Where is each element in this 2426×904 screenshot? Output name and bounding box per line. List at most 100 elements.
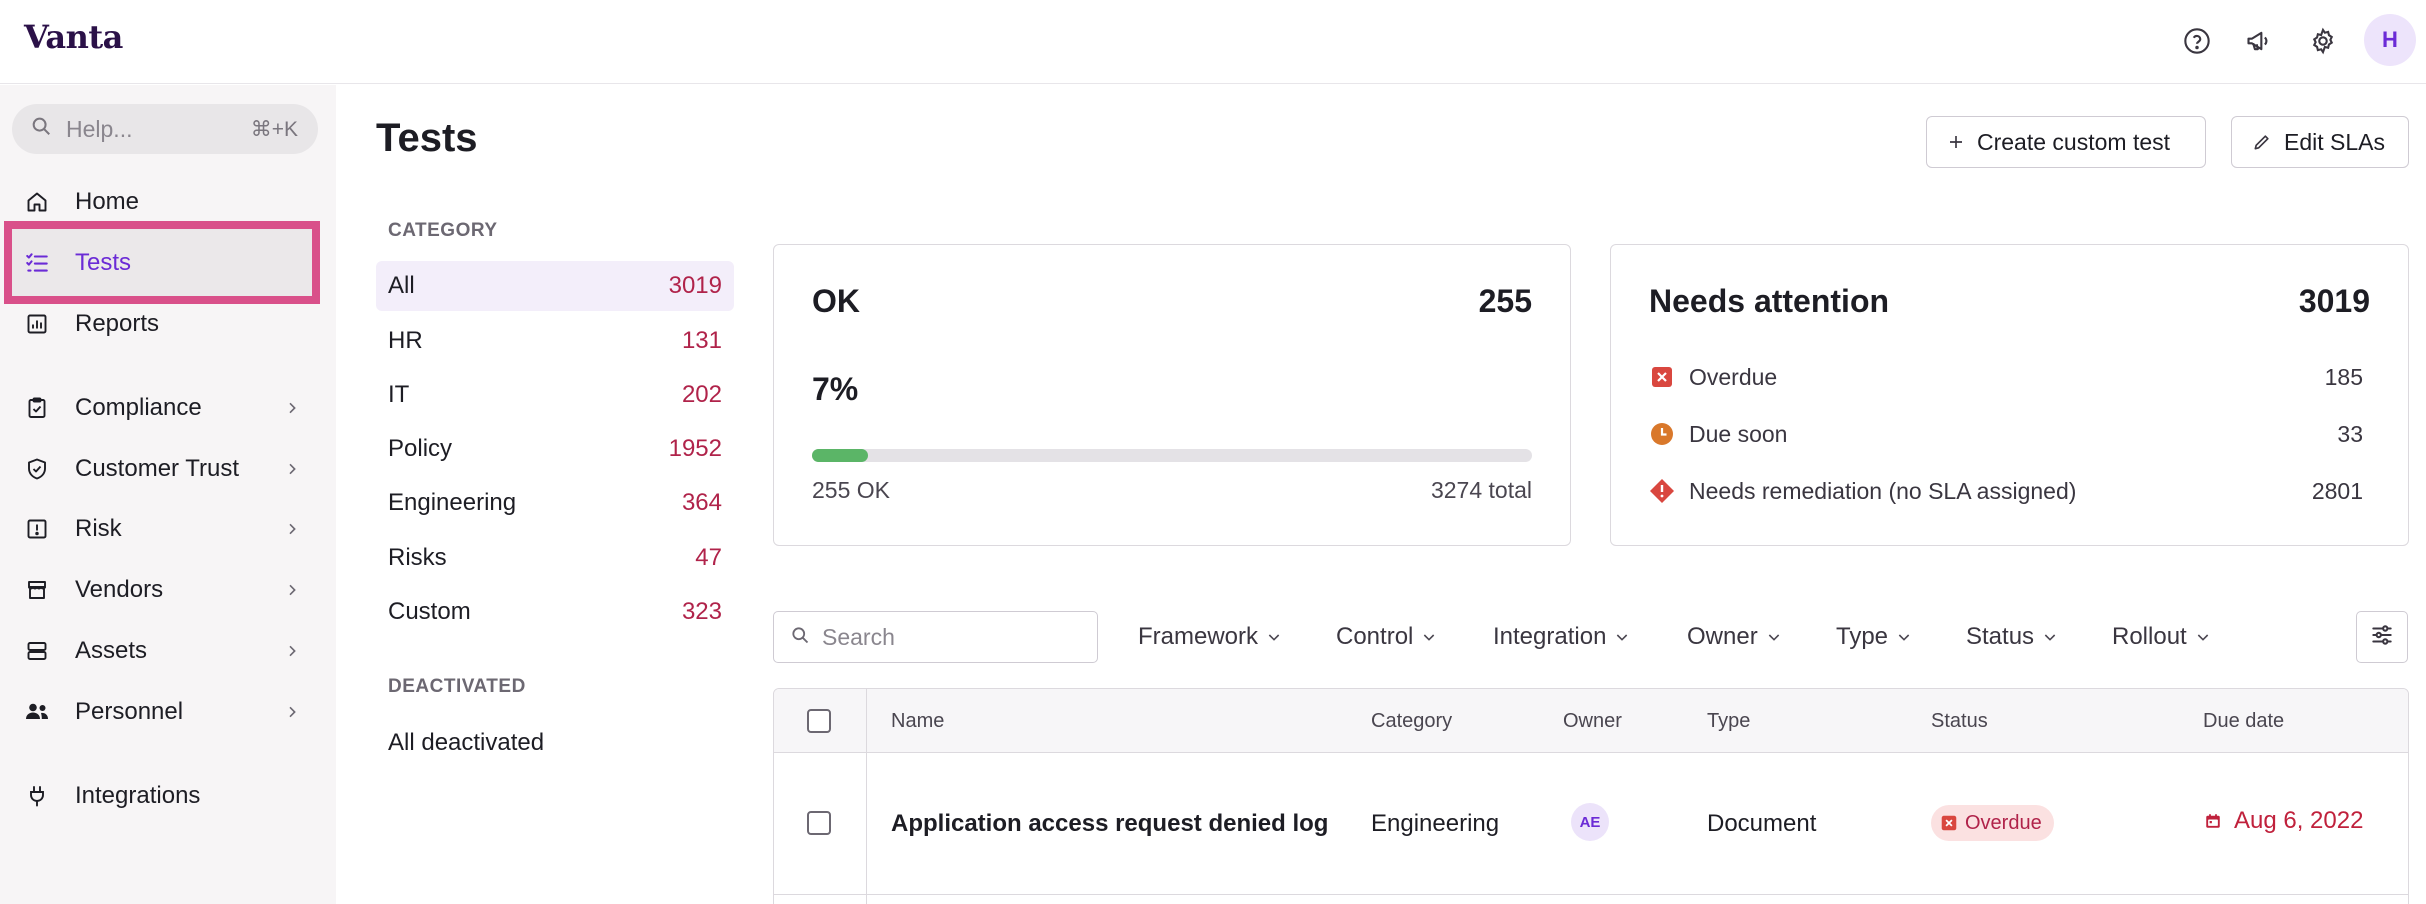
megaphone-icon[interactable] <box>2238 20 2280 62</box>
category-heading: CATEGORY <box>388 220 498 241</box>
attention-row-needs-remediation[interactable]: Needs remediation (no SLA assigned) 2801 <box>1649 471 2363 511</box>
row-divider <box>774 894 2408 895</box>
sidebar-item-compliance[interactable]: Compliance <box>12 383 318 433</box>
category-count: 1952 <box>668 435 722 462</box>
test-category: Engineering <box>1371 810 1500 837</box>
ok-card: OK 255 7% 255 OK 3274 total <box>773 244 1571 546</box>
category-item-all-deactivated[interactable]: All deactivated <box>376 718 734 768</box>
column-settings-button[interactable] <box>2356 611 2408 663</box>
sidebar-item-label: Vendors <box>75 576 164 603</box>
chevron-down-icon <box>1421 629 1437 645</box>
vanta-logo[interactable]: Vanta <box>24 18 123 56</box>
filter-label: Type <box>1836 623 1889 650</box>
sidebar-item-reports[interactable]: Reports <box>12 299 318 349</box>
due-date-value: Aug 6, 2022 <box>2234 807 2364 834</box>
filter-integration[interactable]: Integration <box>1493 618 1630 656</box>
category-item-custom[interactable]: Custom 323 <box>376 587 734 637</box>
filter-control[interactable]: Control <box>1336 618 1437 656</box>
gear-icon[interactable] <box>2302 20 2344 62</box>
help-search-placeholder: Help... <box>66 115 133 142</box>
sidebar-item-vendors[interactable]: Vendors <box>12 565 318 615</box>
sidebar-item-tests[interactable]: Tests <box>12 238 318 288</box>
filter-owner[interactable]: Owner <box>1687 618 1782 656</box>
filter-label: Rollout <box>2112 623 2187 650</box>
create-custom-test-button[interactable]: Create custom test <box>1926 116 2206 168</box>
chevron-right-icon <box>284 461 300 477</box>
category-label: Engineering <box>388 489 517 516</box>
chevron-right-icon <box>284 400 300 416</box>
ok-card-title: OK <box>812 283 860 319</box>
header-type[interactable]: Type <box>1707 710 1750 733</box>
filter-status[interactable]: Status <box>1966 618 2058 656</box>
edit-slas-label: Edit SLAs <box>2284 128 2385 155</box>
total-count-label: 3274 total <box>1430 477 1532 503</box>
chevron-down-icon <box>1766 629 1782 645</box>
help-circle-icon[interactable] <box>2176 20 2218 62</box>
sidebar-item-label: Customer Trust <box>75 455 240 482</box>
sidebar-item-label: Risk <box>75 515 122 542</box>
attention-value: 33 <box>2337 420 2363 447</box>
plug-icon <box>22 781 52 811</box>
checklist-icon <box>22 248 52 278</box>
filter-framework[interactable]: Framework <box>1138 618 1282 656</box>
page-title: Tests <box>376 116 478 160</box>
home-icon <box>22 187 52 217</box>
status-label: Overdue <box>1965 811 2042 834</box>
chevron-right-icon <box>284 643 300 659</box>
test-name-link[interactable]: Application access request denied log <box>891 810 1328 838</box>
user-avatar[interactable]: H <box>2364 14 2416 66</box>
warning-diamond-icon <box>1649 478 1675 504</box>
chevron-down-icon <box>1896 629 1912 645</box>
row-checkbox[interactable] <box>807 811 831 835</box>
sidebar-item-label: Compliance <box>75 394 202 421</box>
category-label: IT <box>388 381 410 408</box>
calendar-icon <box>2204 812 2222 830</box>
people-icon <box>22 697 52 727</box>
sidebar-item-personnel[interactable]: Personnel <box>12 687 318 737</box>
ok-count-label: 255 OK <box>812 477 890 503</box>
header-status[interactable]: Status <box>1931 710 1988 733</box>
search-input[interactable] <box>822 623 1082 651</box>
attention-row-due-soon[interactable]: Due soon 33 <box>1649 414 2363 454</box>
attention-row-overdue[interactable]: Overdue 185 <box>1649 357 2363 397</box>
sidebar-item-home[interactable]: Home <box>12 177 318 227</box>
category-label: All <box>388 272 415 299</box>
alert-square-icon <box>22 514 52 544</box>
filter-type[interactable]: Type <box>1836 618 1912 656</box>
storefront-icon <box>22 575 52 605</box>
clock-icon <box>1649 421 1675 447</box>
category-item-it[interactable]: IT 202 <box>376 370 734 420</box>
header-owner[interactable]: Owner <box>1563 710 1622 733</box>
category-item-risks[interactable]: Risks 47 <box>376 533 734 583</box>
clipboard-check-icon <box>22 393 52 423</box>
category-item-hr[interactable]: HR 131 <box>376 316 734 366</box>
sidebar-item-customer-trust[interactable]: Customer Trust <box>12 444 318 494</box>
server-icon <box>22 636 52 666</box>
sidebar-item-risk[interactable]: Risk <box>12 504 318 554</box>
header-due-date[interactable]: Due date <box>2203 710 2284 733</box>
sidebar-item-label: Integrations <box>75 782 201 809</box>
header-category[interactable]: Category <box>1371 710 1452 733</box>
tests-search[interactable] <box>773 611 1098 663</box>
chevron-down-icon <box>2042 629 2058 645</box>
header-name[interactable]: Name <box>891 710 944 733</box>
help-search[interactable]: Help... ⌘+K <box>12 104 318 154</box>
category-item-all[interactable]: All 3019 <box>376 261 734 311</box>
sidebar-item-integrations[interactable]: Integrations <box>12 771 318 821</box>
edit-slas-button[interactable]: Edit SLAs <box>2231 116 2409 168</box>
owner-avatar[interactable]: AE <box>1571 803 1609 841</box>
category-label: All deactivated <box>388 729 545 756</box>
filter-label: Control <box>1336 623 1414 650</box>
category-count: 202 <box>681 381 722 408</box>
chevron-right-icon <box>284 704 300 720</box>
select-all-checkbox[interactable] <box>807 709 831 733</box>
category-label: Policy <box>388 435 453 462</box>
overdue-x-icon <box>1941 815 1957 831</box>
category-item-policy[interactable]: Policy 1952 <box>376 424 734 474</box>
needs-attention-count: 3019 <box>2298 283 2370 319</box>
sidebar-item-label: Tests <box>75 249 132 276</box>
attention-value: 185 <box>2324 363 2363 390</box>
category-item-engineering[interactable]: Engineering 364 <box>376 478 734 528</box>
filter-rollout[interactable]: Rollout <box>2112 618 2211 656</box>
sidebar-item-assets[interactable]: Assets <box>12 626 318 676</box>
